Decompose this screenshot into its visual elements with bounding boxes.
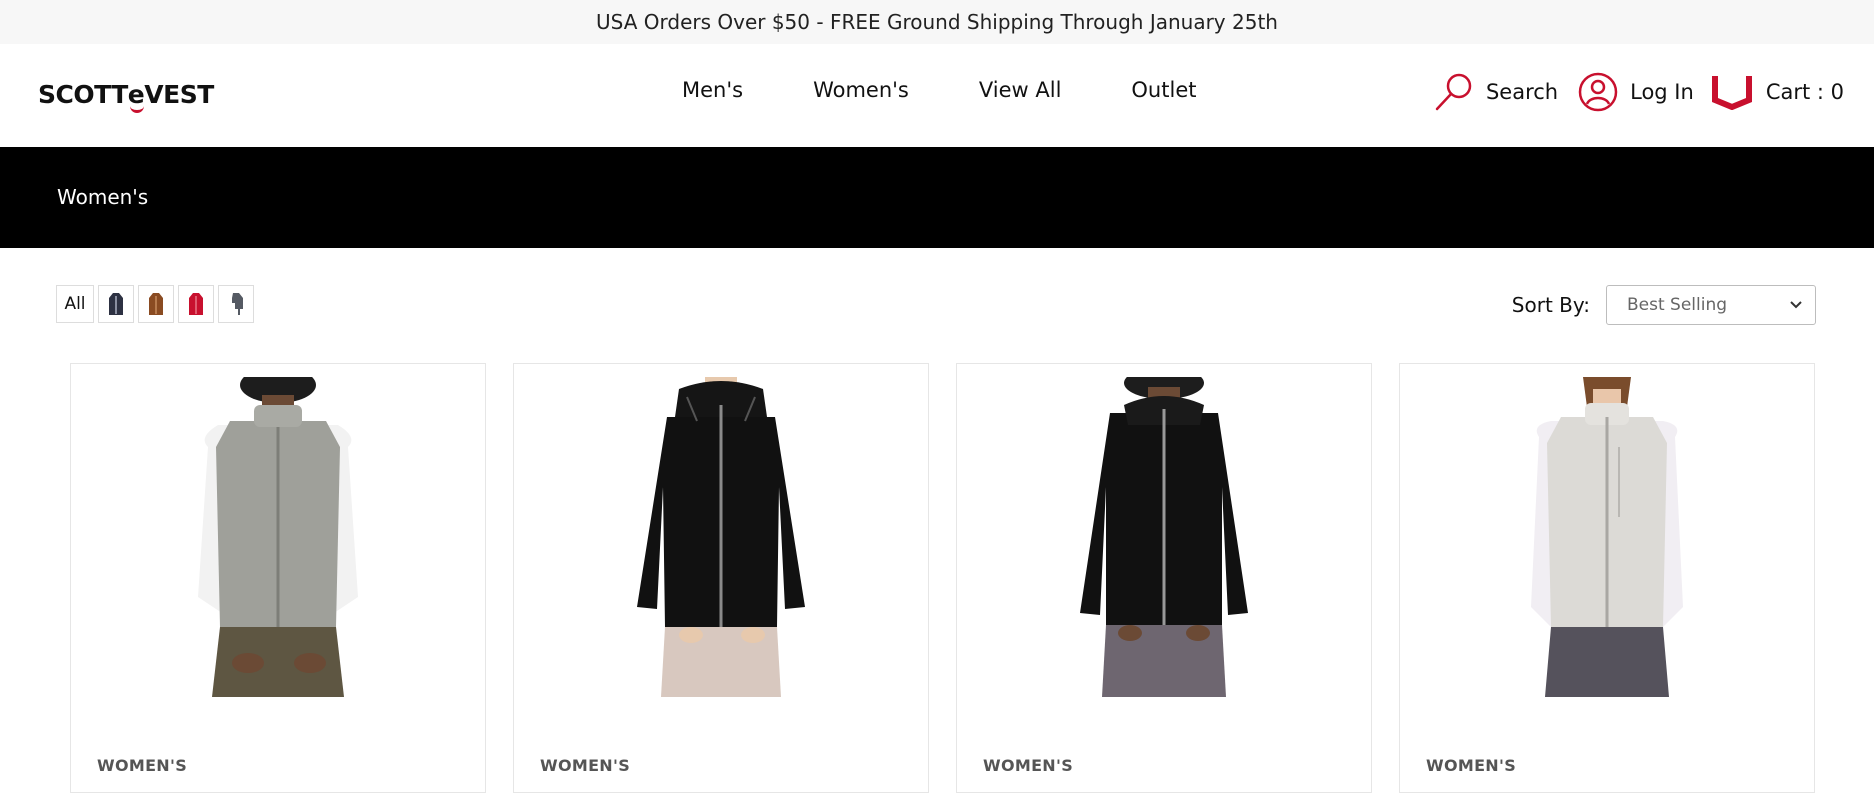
filter-swatch-brown[interactable] [138, 285, 174, 323]
sort-label: Sort By: [1511, 293, 1590, 317]
login-button[interactable]: Log In [1578, 72, 1694, 112]
user-icon [1578, 72, 1618, 112]
navy-jacket-thumb [109, 293, 123, 315]
product-card[interactable]: WOMEN'S [513, 363, 929, 793]
product-category: WOMEN'S [97, 756, 188, 775]
sort-control: Sort By: Best Selling [1512, 285, 1816, 325]
nav-womens[interactable]: Women's [813, 78, 909, 102]
header-utilities: Search Log In Cart : 0 [1434, 72, 1844, 112]
search-icon [1435, 73, 1472, 111]
product-category: WOMEN'S [983, 756, 1074, 775]
filter-swatch-gray[interactable] [218, 285, 254, 323]
cart-label: Cart : 0 [1765, 80, 1844, 104]
filter-swatch-navy[interactable] [98, 285, 134, 323]
brown-jacket-thumb [149, 293, 163, 315]
nav-view-all[interactable]: View All [979, 78, 1062, 102]
nav-mens[interactable]: Men's [682, 78, 743, 102]
color-filters: All [56, 285, 254, 323]
page-title: Women's [57, 185, 149, 209]
product-card[interactable]: WOMEN'S [70, 363, 486, 793]
scottevest-logo[interactable]: SCOTT e VEST [38, 80, 214, 113]
chevron-down-icon [1790, 301, 1802, 309]
product-image[interactable] [71, 377, 485, 697]
cart-button[interactable]: Cart : 0 [1711, 74, 1844, 110]
product-card[interactable]: WOMEN'S [1399, 363, 1815, 793]
product-image[interactable] [1400, 377, 1814, 697]
category-banner: Women's [0, 147, 1874, 248]
product-card[interactable]: WOMEN'S [956, 363, 1372, 793]
red-jacket-thumb [189, 293, 203, 315]
cart-icon [1711, 76, 1752, 110]
product-category: WOMEN'S [1426, 756, 1517, 775]
sort-select[interactable]: Best Selling [1606, 285, 1816, 325]
product-image[interactable] [514, 377, 928, 697]
search-label: Search [1485, 80, 1559, 104]
sort-selected-value: Best Selling [1627, 295, 1728, 315]
filter-swatch-red[interactable] [178, 285, 214, 323]
site-header: SCOTT e VEST Men's Women's View All Outlet… [0, 44, 1874, 147]
product-grid: WOMEN'S WOMEN'S WOMEN'S WOMEN'S [70, 363, 1815, 793]
login-label: Log In [1630, 80, 1694, 104]
gray-jacket-thumb [232, 293, 243, 315]
promo-text: USA Orders Over $50 - FREE Ground Shippi… [596, 10, 1278, 34]
search-button[interactable]: Search [1434, 72, 1558, 112]
nav-outlet[interactable]: Outlet [1131, 78, 1196, 102]
product-category: WOMEN'S [540, 756, 631, 775]
product-image[interactable] [957, 377, 1371, 697]
filter-all-button[interactable]: All [56, 285, 94, 323]
main-nav: Men's Women's View All Outlet [682, 78, 1196, 102]
promo-bar: USA Orders Over $50 - FREE Ground Shippi… [0, 0, 1874, 44]
